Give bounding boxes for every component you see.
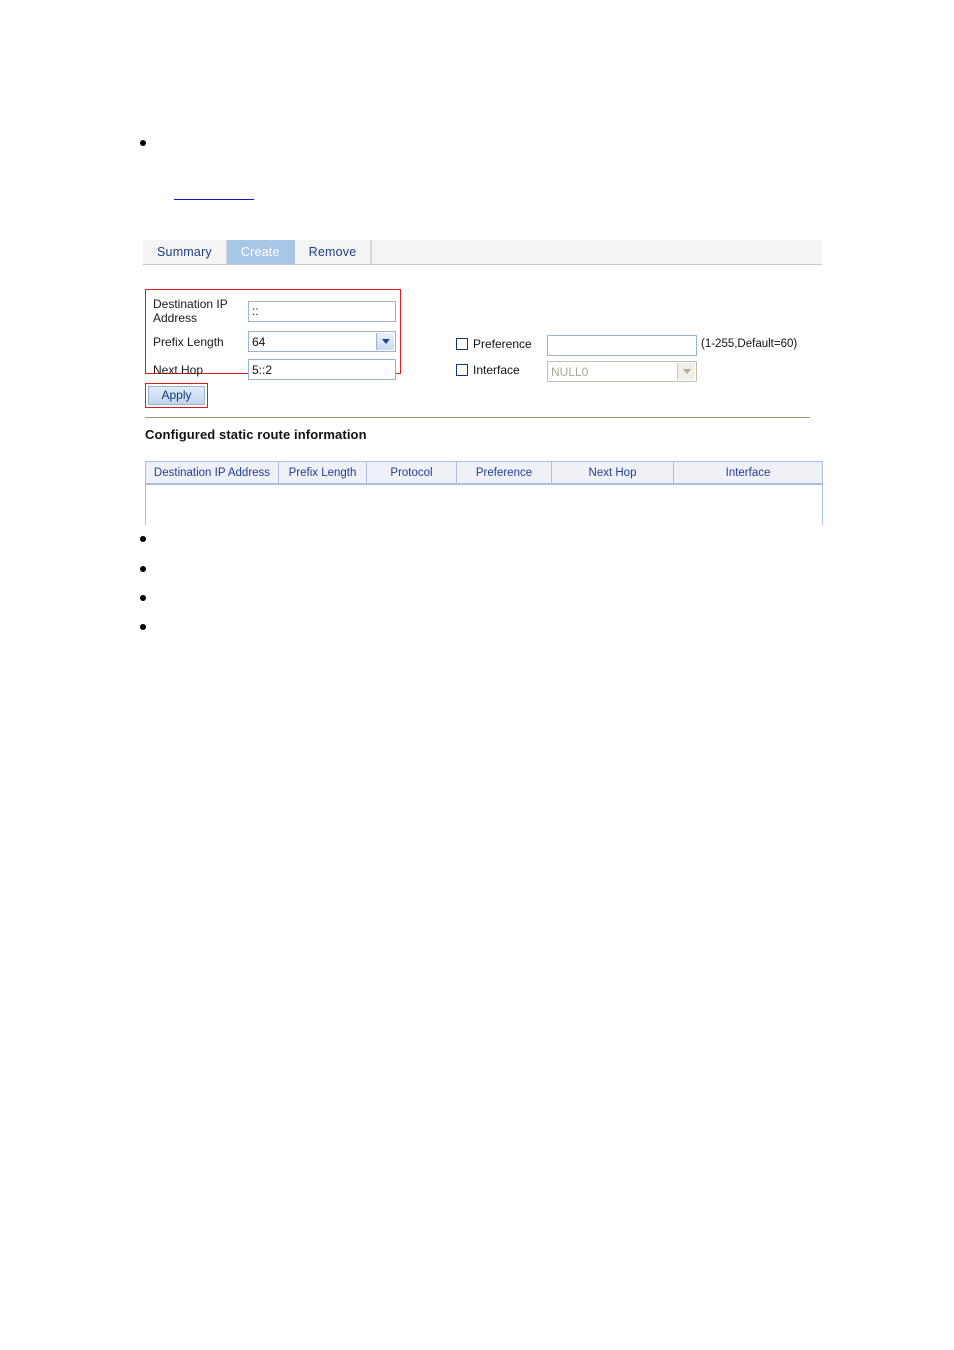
table-empty-row <box>145 484 823 525</box>
preference-input[interactable] <box>547 335 697 356</box>
apply-button[interactable]: Apply <box>148 386 205 405</box>
prefix-length-select[interactable]: 64 <box>248 331 396 352</box>
bullet-icon <box>140 595 146 601</box>
bullet-icon <box>140 536 146 542</box>
column-prefix-length[interactable]: Prefix Length <box>278 461 367 485</box>
interface-checkbox[interactable] <box>456 364 468 376</box>
table-empty-cell <box>145 484 823 525</box>
column-interface[interactable]: Interface <box>673 461 823 485</box>
static-route-panel: Summary Create Remove Destination IP Add… <box>143 240 823 525</box>
tab-create[interactable]: Create <box>226 240 295 264</box>
list-item <box>140 530 800 542</box>
preference-hint: (1-255,Default=60) <box>701 338 798 350</box>
column-destination-ip-address[interactable]: Destination IP Address <box>145 461 279 485</box>
field-prefix-length: Prefix Length 64 <box>153 331 396 352</box>
chevron-down-icon[interactable] <box>376 333 394 350</box>
tab-bar: Summary Create Remove <box>143 240 822 265</box>
interface-value: NULL0 <box>551 364 589 379</box>
column-protocol[interactable]: Protocol <box>366 461 457 485</box>
list-item <box>140 134 800 146</box>
preference-checkbox[interactable] <box>456 338 468 350</box>
prefix-length-label: Prefix Length <box>153 334 224 349</box>
preference-label: Preference <box>473 337 532 351</box>
apply-button-highlight: Apply <box>145 383 208 408</box>
next-hop-input[interactable] <box>248 359 396 380</box>
table-header-row: Destination IP Address Prefix Length Pro… <box>145 461 823 485</box>
column-next-hop[interactable]: Next Hop <box>551 461 674 485</box>
create-route-form: Destination IP Address Prefix Length 64 … <box>143 265 823 525</box>
destination-ip-input[interactable] <box>248 300 396 322</box>
tab-bar-filler <box>371 240 822 264</box>
destination-ip-label: Destination IP Address <box>153 297 228 325</box>
list-item <box>140 560 800 572</box>
chevron-down-icon <box>677 363 695 380</box>
prefix-length-value: 64 <box>252 334 266 349</box>
table-body <box>145 484 823 525</box>
field-interface: Interface <box>456 363 520 377</box>
reference-link[interactable] <box>174 184 254 200</box>
bullet-icon <box>140 140 146 146</box>
bullet-icon <box>140 566 146 572</box>
bullet-icon <box>140 624 146 630</box>
list-item <box>140 589 800 601</box>
section-title: Configured static route information <box>145 427 367 442</box>
list-item <box>140 618 800 630</box>
next-hop-label: Next Hop <box>153 362 204 377</box>
column-preference[interactable]: Preference <box>456 461 552 485</box>
configured-routes-table: Destination IP Address Prefix Length Pro… <box>145 461 823 525</box>
tab-summary[interactable]: Summary <box>143 240 227 264</box>
interface-label: Interface <box>473 363 520 377</box>
interface-select: NULL0 <box>547 361 697 382</box>
section-divider <box>145 417 810 418</box>
field-destination-ip: Destination IP Address <box>153 297 396 325</box>
tab-remove[interactable]: Remove <box>294 240 372 264</box>
field-next-hop: Next Hop <box>153 359 396 380</box>
field-preference: Preference <box>456 337 532 351</box>
